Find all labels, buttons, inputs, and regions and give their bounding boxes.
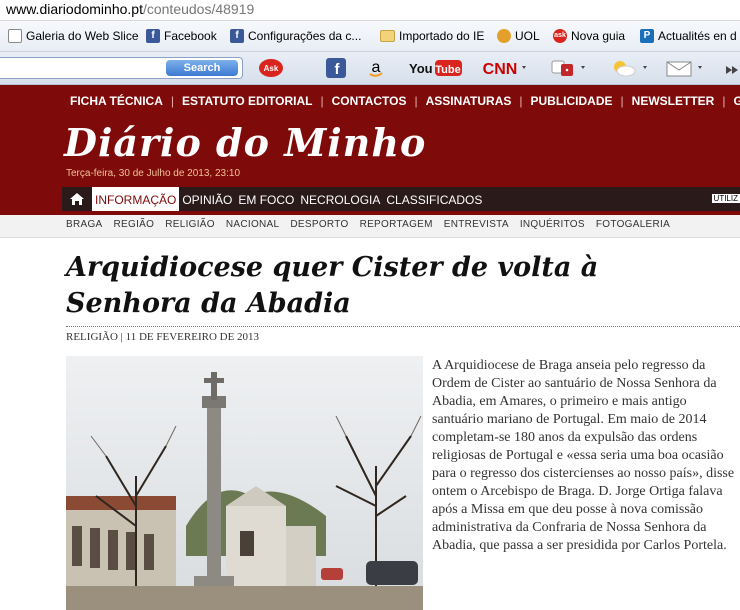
url-path: /conteudos/48919 (142, 1, 255, 17)
games-button[interactable] (548, 57, 588, 79)
favorite-nova-guia[interactable]: ask Nova guia (553, 27, 625, 45)
p-icon: P (640, 29, 654, 43)
top-nav-ficha-tecnica[interactable]: FICHA TÉCNICA (62, 94, 171, 108)
top-nav-assinaturas[interactable]: ASSINATURAS (418, 94, 520, 108)
favorite-label: UOL (515, 29, 540, 43)
svg-text:Ask: Ask (264, 64, 279, 73)
favorite-label: Galeria do Web Slice (26, 29, 139, 43)
article-meta: RELIGIÃO | 11 DE FEVEREIRO DE 2013 (66, 331, 260, 343)
site-header: FICHA TÉCNICA | ESTATUTO EDITORIAL | CONTA… (0, 85, 740, 215)
dice-icon (551, 60, 585, 76)
facebook-button[interactable]: f (325, 57, 347, 79)
cnn-icon: CNN (483, 61, 526, 78)
toolbar-more-button[interactable] (722, 57, 740, 79)
address-bar[interactable]: www.diariodominho.pt/conteudos/48919 (0, 0, 740, 21)
web-slice-icon (8, 29, 22, 43)
favorite-importado-ie[interactable]: Importado do IE (380, 27, 484, 45)
ask-icon: Ask (259, 59, 283, 77)
uol-icon (497, 29, 511, 43)
tab-em-foco[interactable]: EM FOCO (235, 187, 297, 211)
favorite-web-slice[interactable]: Galeria do Web Slice (8, 27, 139, 45)
ask-button[interactable]: Ask (258, 57, 284, 79)
article-title: Arquidiocese quer Cister de volta à Senh… (66, 252, 599, 319)
mail-icon (666, 61, 702, 77)
url-domain: www.diariodominho.pt (6, 1, 143, 17)
top-nav-publicidade[interactable]: PUBLICIDADE (523, 94, 621, 108)
main-nav: INFORMAÇÃO OPINIÃO EM FOCO NECROLOGIA CL… (62, 187, 740, 211)
tab-necrologia[interactable]: NECROLOGIA (297, 187, 383, 211)
subnav-entrevista[interactable]: ENTREVISTA (444, 219, 509, 230)
amazon-icon: a (369, 59, 383, 77)
search-button[interactable]: Search (166, 60, 238, 76)
tab-opiniao[interactable]: OPINIÃO (179, 187, 235, 211)
svg-text:Tube: Tube (435, 64, 460, 76)
current-date: Terça-feira, 30 de Julho de 2013, 23:10 (66, 168, 241, 179)
article-body: A Arquidiocese de Braga anseia pelo regr… (432, 358, 735, 553)
divider (66, 326, 740, 327)
home-icon (70, 193, 84, 205)
login-link[interactable]: UTILIZ (711, 194, 740, 203)
sanctuary-photo (66, 356, 423, 610)
favorite-facebook[interactable]: f Facebook (146, 27, 217, 45)
amazon-button[interactable]: a (365, 57, 387, 79)
main-tabs: INFORMAÇÃO OPINIÃO EM FOCO NECROLOGIA CL… (92, 187, 485, 211)
favorite-label: Actualités en d (658, 29, 737, 43)
favorite-label: Facebook (164, 29, 217, 43)
top-nav-newsletter[interactable]: NEWSLETTER (624, 94, 723, 108)
top-nav-estatuto-editorial[interactable]: ESTATUTO EDITORIAL (174, 94, 320, 108)
subnav-reportagem[interactable]: REPORTAGEM (360, 219, 433, 230)
tab-classificados[interactable]: CLASSIFICADOS (383, 187, 485, 211)
svg-text:You: You (409, 61, 433, 76)
favorite-actualites[interactable]: P Actualités en d (640, 27, 737, 45)
svg-text:a: a (372, 59, 381, 76)
cnn-button[interactable]: CNN (482, 57, 528, 79)
favorite-label: Importado do IE (399, 29, 485, 43)
more-icon (726, 66, 738, 74)
youtube-button[interactable]: You Tube (408, 57, 464, 79)
toolbar: Search Ask f a You Tube CNN (0, 52, 740, 85)
article-photo[interactable] (66, 356, 423, 610)
youtube-icon: You Tube (409, 60, 462, 76)
facebook-icon: f (146, 29, 160, 43)
subnav-braga[interactable]: BRAGA (66, 219, 103, 230)
favorite-label: Configurações da c... (248, 29, 362, 43)
subnav-regiao[interactable]: REGIÃO (114, 219, 155, 230)
folder-icon (380, 30, 395, 42)
subnav-religiao[interactable]: RELIGIÃO (165, 219, 215, 230)
subnav-desporto[interactable]: DESPORTO (290, 219, 348, 230)
favorite-label: Nova guia (571, 29, 626, 43)
top-nav: FICHA TÉCNICA | ESTATUTO EDITORIAL | CONTA… (62, 90, 740, 112)
favorites-bar: Galeria do Web Slice f Facebook f Config… (0, 21, 740, 52)
top-nav-contactos[interactable]: CONTACTOS (324, 94, 415, 108)
facebook-icon: f (230, 29, 244, 43)
ask-icon: ask (553, 29, 567, 43)
subnav-inqueritos[interactable]: INQUÉRITOS (520, 219, 585, 230)
site-logo[interactable]: Diário do Minho (64, 120, 426, 165)
top-nav-gr[interactable]: GR (725, 94, 740, 108)
favorite-configuracoes[interactable]: f Configurações da c... (230, 27, 361, 45)
subnav-fotogaleria[interactable]: FOTOGALERIA (596, 219, 670, 230)
url-text[interactable]: www.diariodominho.pt/conteudos/48919 (6, 1, 254, 17)
subnav-nacional[interactable]: NACIONAL (226, 219, 280, 230)
sub-nav: BRAGA REGIÃO RELIGIÃO NACIONAL DESPORTO … (0, 215, 740, 238)
weather-icon (614, 61, 647, 77)
svg-text:CNN: CNN (483, 61, 518, 78)
home-button[interactable] (62, 187, 92, 211)
tab-informacao[interactable]: INFORMAÇÃO (92, 187, 180, 211)
favorite-uol[interactable]: UOL (497, 27, 540, 45)
facebook-icon: f (326, 58, 346, 78)
mail-button[interactable] (665, 57, 705, 79)
weather-button[interactable] (608, 57, 650, 79)
search-input[interactable]: Search (0, 57, 243, 79)
